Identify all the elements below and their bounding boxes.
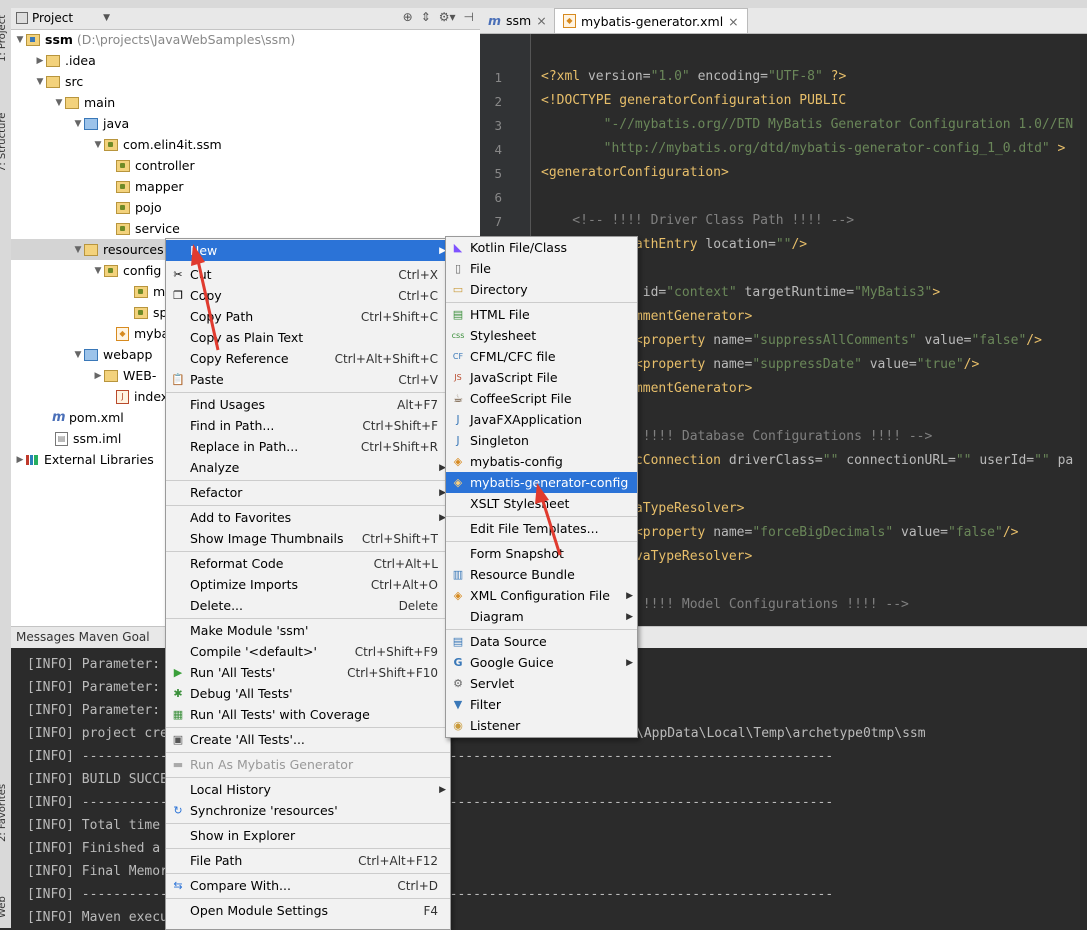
annotation-arrow-generator (539, 494, 562, 556)
annotation-arrow-new (195, 255, 220, 351)
arrowhead-icon (191, 244, 205, 266)
arrowhead-icon (535, 483, 549, 504)
annotation-overlay (191, 244, 562, 556)
